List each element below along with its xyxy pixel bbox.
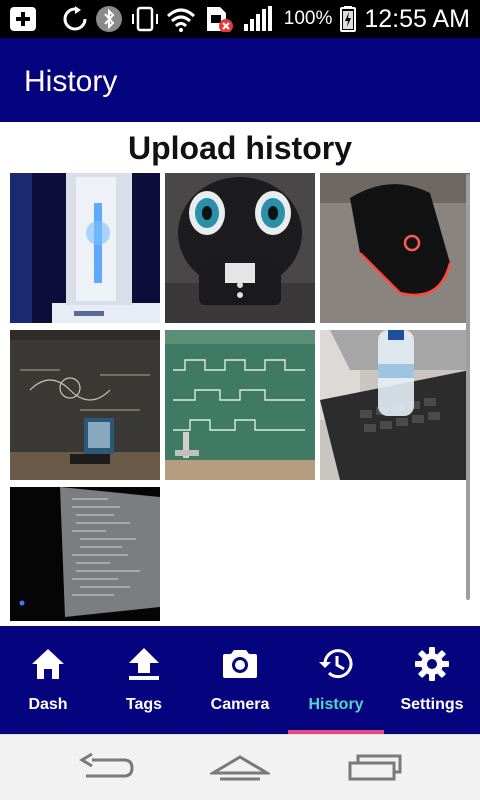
sim-error-icon: [207, 7, 233, 32]
system-navigation-bar: [0, 734, 480, 800]
green-board-waveform-photo[interactable]: [165, 330, 315, 480]
nav-item-dash[interactable]: Dash: [0, 626, 96, 734]
section-title: Upload history: [127, 130, 352, 166]
page-title: History: [24, 65, 118, 98]
home-icon[interactable]: [210, 751, 270, 785]
nav-label-dash: Dash: [28, 696, 68, 713]
gaming-mouse-photo[interactable]: [320, 173, 470, 323]
plush-toy-photo[interactable]: [165, 173, 315, 323]
nav-label-history: History: [308, 696, 364, 713]
nav-label-camera: Camera: [210, 696, 270, 713]
nav-item-camera[interactable]: Camera: [192, 626, 288, 734]
history-icon: [319, 649, 353, 679]
app-bar: History: [0, 38, 480, 122]
plus-box-icon: [10, 7, 36, 31]
nav-item-settings[interactable]: Settings: [384, 626, 480, 734]
bottom-navigation: Dash Tags Camera History Settings: [0, 626, 480, 734]
router-photo[interactable]: [10, 173, 160, 323]
nav-item-tags[interactable]: Tags: [96, 626, 192, 734]
nav-label-tags: Tags: [125, 696, 163, 713]
back-icon[interactable]: [78, 751, 138, 785]
vibrate-icon: [132, 6, 158, 32]
sync-icon: [63, 6, 87, 31]
nav-item-history[interactable]: History: [288, 626, 384, 734]
laptop-water-bottle-photo[interactable]: [320, 330, 470, 480]
battery-charging-icon: [340, 6, 357, 32]
nav-label-settings: Settings: [400, 696, 464, 713]
code-screen-photo[interactable]: [10, 487, 160, 621]
camera-icon: [223, 650, 257, 678]
upload-icon: [129, 648, 159, 680]
battery-percent: 100%: [283, 8, 333, 29]
chalkboard-photo[interactable]: [10, 330, 160, 480]
signal-icon: [244, 6, 272, 31]
status-bar: 100% 12:55 AM: [0, 0, 480, 38]
bluetooth-icon: [96, 6, 122, 32]
gear-icon: [415, 647, 449, 681]
clock: 12:55 AM: [364, 4, 470, 33]
scrollbar[interactable]: [466, 174, 470, 600]
recents-icon[interactable]: [346, 751, 406, 785]
history-content: Upload history: [0, 122, 480, 626]
wifi-icon: [166, 8, 196, 32]
home-icon: [32, 649, 64, 679]
